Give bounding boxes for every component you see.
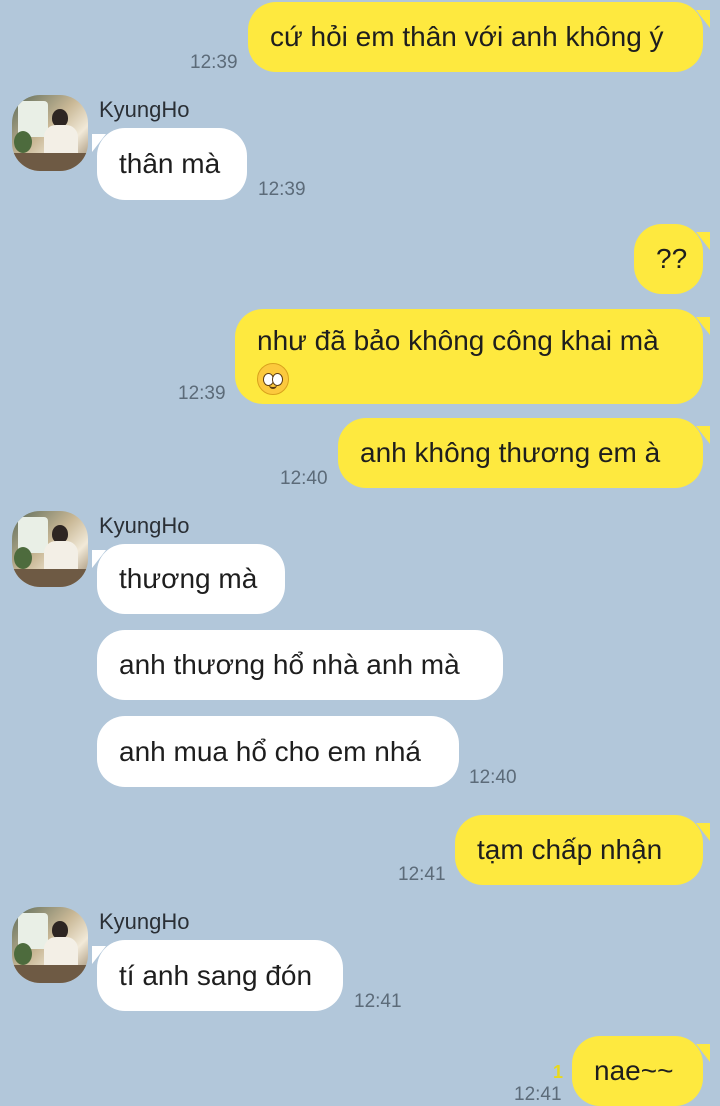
avatar[interactable] xyxy=(12,95,88,171)
message-text: như đã bảo không công khai mà xyxy=(257,325,659,356)
message-bubble-sent[interactable]: như đã bảo không công khai mà xyxy=(235,309,703,404)
message-text: tạm chấp nhận xyxy=(477,834,663,865)
message-text: cứ hỏi em thân với anh không ý xyxy=(270,21,664,52)
message-text: anh thương hổ nhà anh mà xyxy=(119,649,460,680)
message-bubble-sent[interactable]: cứ hỏi em thân với anh không ý xyxy=(248,2,703,72)
message-time: 12:40 xyxy=(469,767,517,788)
bubble-tail xyxy=(92,550,106,568)
message-bubble-received[interactable]: thân mà xyxy=(97,128,247,200)
chat-area[interactable]: cứ hỏi em thân với anh không ý 12:39 Kyu… xyxy=(0,0,720,1106)
sender-name: KyungHo xyxy=(99,909,190,934)
message-text: nae~~ xyxy=(594,1055,674,1086)
message-bubble-received[interactable]: thương mà xyxy=(97,544,285,614)
message-bubble-sent[interactable]: anh không thương em à xyxy=(338,418,703,488)
message-text: anh không thương em à xyxy=(360,437,661,468)
message-bubble-sent[interactable]: nae~~ xyxy=(572,1036,703,1106)
bubble-tail xyxy=(696,823,710,841)
message-time: 12:39 xyxy=(258,179,306,200)
bubble-tail xyxy=(696,317,710,335)
sender-name: KyungHo xyxy=(99,97,190,122)
bubble-tail xyxy=(92,134,106,152)
message-text: thương mà xyxy=(119,563,258,594)
avatar[interactable] xyxy=(12,511,88,587)
bubble-tail xyxy=(696,10,710,28)
sender-name: KyungHo xyxy=(99,513,190,538)
message-bubble-sent[interactable]: tạm chấp nhận xyxy=(455,815,703,885)
bubble-tail xyxy=(696,1044,710,1062)
message-time: 12:40 xyxy=(280,468,328,489)
message-time: 12:39 xyxy=(190,52,238,73)
bubble-tail xyxy=(696,232,710,250)
message-text: ?? xyxy=(656,243,688,274)
message-time: 12:41 xyxy=(398,864,446,885)
avatar[interactable] xyxy=(12,907,88,983)
message-time: 12:39 xyxy=(178,383,226,404)
message-text: anh mua hổ cho em nhá xyxy=(119,735,421,767)
message-bubble-received[interactable]: anh mua hổ cho em nhá xyxy=(97,716,459,787)
unread-count: 1 xyxy=(553,1062,564,1082)
message-bubble-received[interactable]: tí anh sang đón xyxy=(97,940,343,1011)
bubble-tail xyxy=(92,946,106,964)
message-bubble-received[interactable]: anh thương hổ nhà anh mà xyxy=(97,630,503,700)
message-bubble-sent[interactable]: ?? xyxy=(634,224,703,294)
message-time: 12:41 xyxy=(354,991,402,1012)
message-text: tí anh sang đón xyxy=(119,959,313,991)
message-text: thân mà xyxy=(119,148,221,179)
pleading-face-icon xyxy=(257,362,289,395)
bubble-tail xyxy=(696,426,710,444)
